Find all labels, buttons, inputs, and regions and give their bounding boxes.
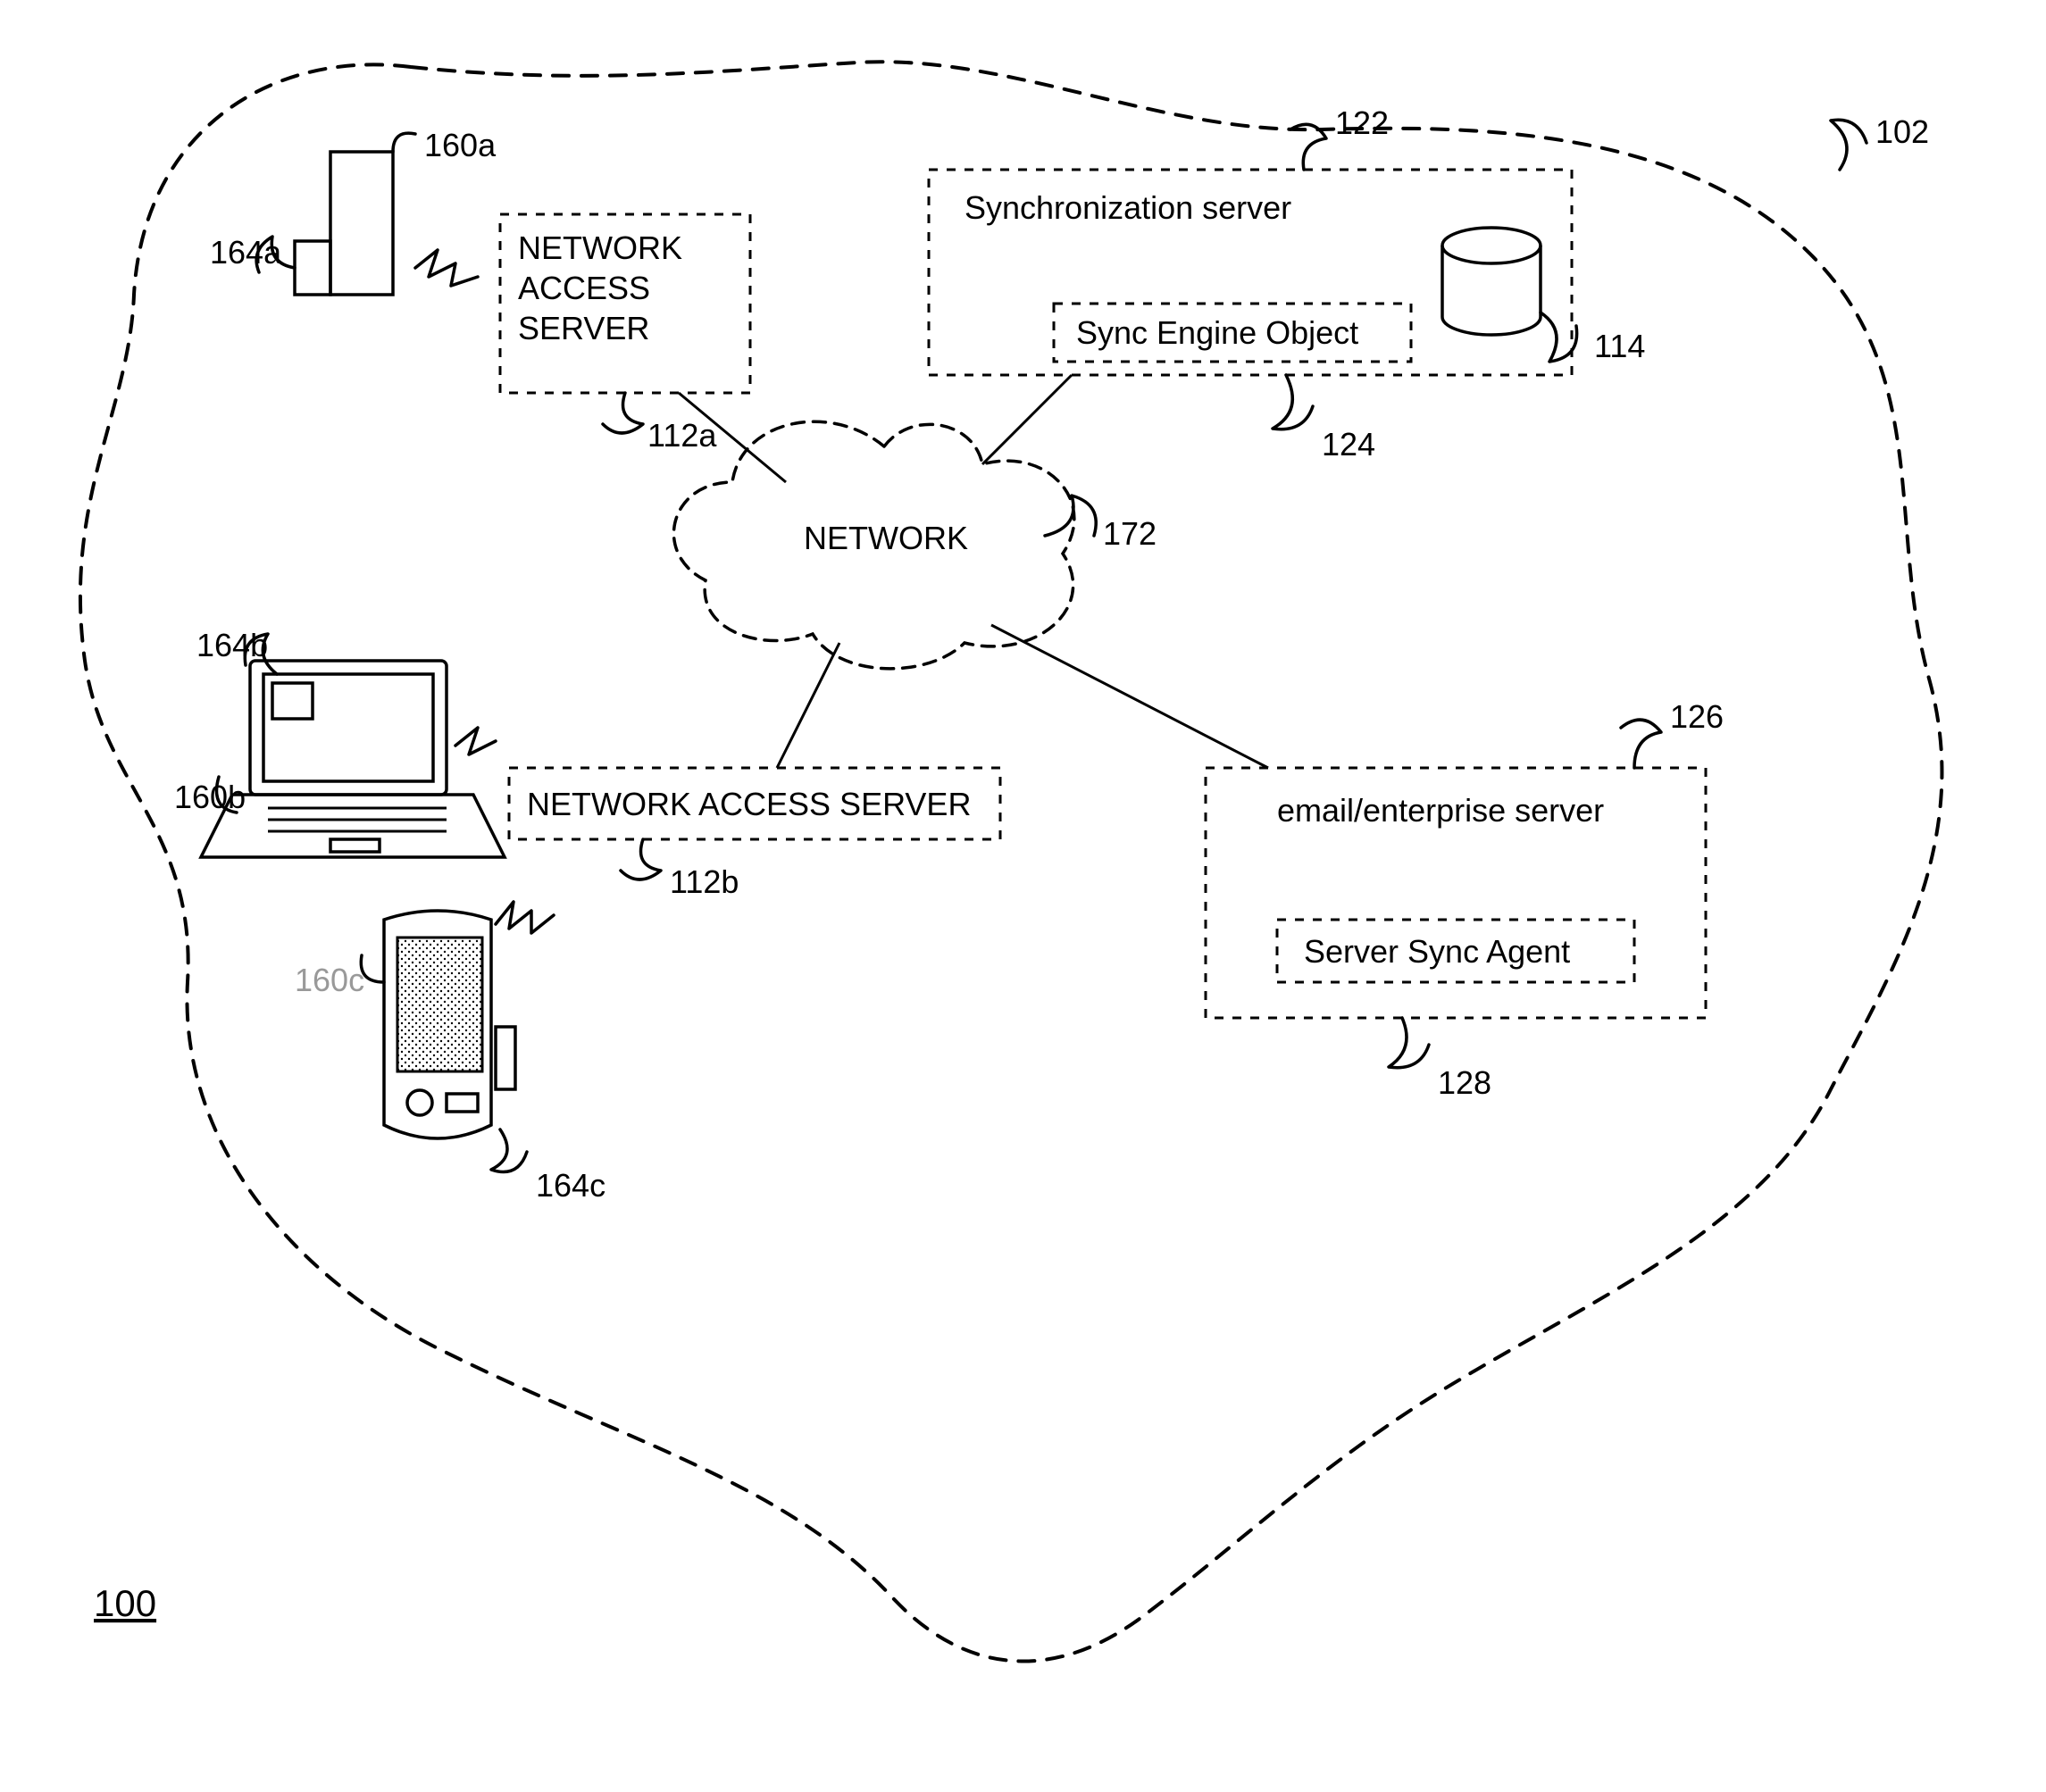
ref-160c: 160c [295,962,364,998]
wireless-laptop-nas2 [455,728,496,754]
nas2-box: NETWORK ACCESS SERVER [509,768,1000,839]
sync-engine-label: Sync Engine Object [1076,314,1358,351]
network-label: NETWORK [804,520,968,556]
leader-160c [361,955,384,982]
ref-160a: 160a [424,127,497,163]
laptop-device-icon [201,661,505,857]
leader-160a [393,133,415,152]
nas1-box: NETWORK ACCESS SERVER [500,214,750,393]
email-server-title: email/enterprise server [1277,792,1604,829]
sync-server-title: Synchronization server [965,189,1291,226]
ref-164b: 164b [196,627,268,663]
pda-device-icon [384,911,515,1138]
network-cloud: NETWORK [673,421,1073,669]
ref-164a: 164a [210,234,282,271]
link-cloud-nas2 [777,643,839,768]
ref-126: 126 [1670,698,1724,735]
server-sync-agent-label: Server Sync Agent [1304,933,1570,970]
wireless-tower-nas1 [415,250,478,286]
nas1-line3: SERVER [518,310,649,346]
ref-128: 128 [1438,1064,1491,1101]
ref-122: 122 [1335,104,1389,141]
leader-112b [621,839,661,879]
ref-164c: 164c [536,1167,605,1204]
tower-device-icon [295,152,393,295]
ref-114: 114 [1594,328,1645,364]
nas1-line2: ACCESS [518,270,650,306]
leader-124 [1273,375,1313,429]
sync-server-box: Synchronization server Sync Engine Objec… [929,170,1572,375]
ref-112a: 112a [647,417,717,454]
ref-172: 172 [1103,515,1157,552]
leader-128 [1389,1018,1429,1068]
database-icon [1442,228,1541,335]
leader-126 [1621,720,1661,768]
figure-number: 100 [94,1582,156,1624]
link-cloud-email [991,625,1268,768]
link-cloud-sync [982,375,1072,464]
email-server-box: email/enterprise server Server Sync Agen… [1206,768,1706,1018]
leader-102 [1831,120,1866,170]
ref-112b: 112b [670,863,739,900]
leader-112a [603,393,643,433]
ref-160b: 160b [174,779,246,815]
nas1-line1: NETWORK [518,229,682,266]
wireless-pda-nas2 [496,902,554,933]
boundary-cloud [80,62,1942,1661]
nas2-label: NETWORK ACCESS SERVER [527,786,971,822]
ref-102: 102 [1875,113,1929,150]
ref-124: 124 [1322,426,1375,463]
leader-164c [491,1129,527,1172]
leader-172 [1045,496,1096,536]
